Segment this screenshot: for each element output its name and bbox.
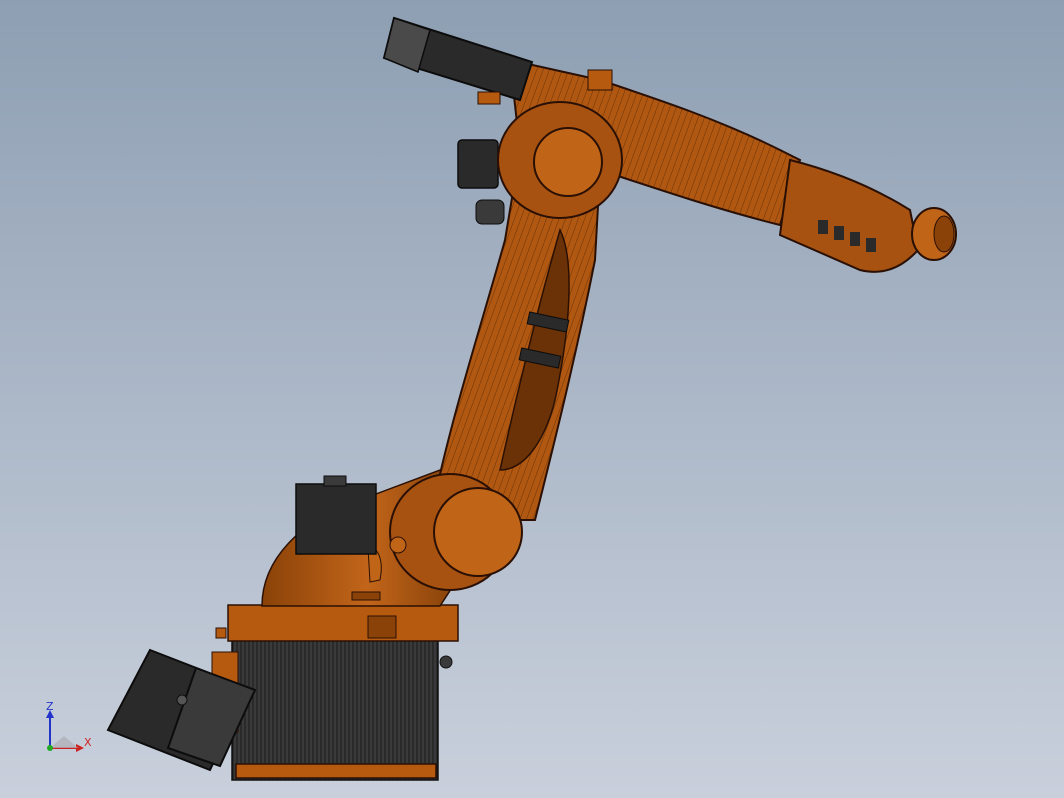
wrist-logo-mark-1	[818, 220, 828, 234]
robot-model-canvas[interactable]: Z X	[0, 0, 1064, 798]
axis3-motor-connector	[475, 199, 505, 225]
triad-origin	[47, 745, 53, 751]
wrist-logo-mark-4	[866, 238, 876, 252]
axis2-motor[interactable]	[295, 475, 377, 555]
base-screw	[439, 655, 453, 669]
axis2-motor-body	[295, 483, 377, 555]
wrist-motor-mount	[477, 91, 501, 105]
wrist-logo-mark-3	[850, 232, 860, 246]
axis2-grease-nipple	[389, 536, 407, 554]
base-connector-plate	[367, 615, 397, 639]
axis3-joint-cap	[533, 127, 603, 197]
wrist-logo-mark-2	[834, 226, 844, 240]
axis2-motor-connector	[323, 475, 347, 487]
base-bolt	[215, 627, 227, 639]
axis3-joint[interactable]	[497, 101, 623, 219]
triad-x-label: X	[84, 736, 92, 749]
axis3-motor-body	[457, 139, 499, 189]
forearm-lifting-eye	[587, 69, 613, 91]
column-handle	[351, 591, 381, 601]
tool-flange-face	[933, 215, 955, 253]
base-cooling-fins	[231, 639, 439, 781]
base-foot-plate	[235, 763, 437, 779]
cad-viewport[interactable]: Z X	[0, 0, 1064, 798]
connector-screw	[176, 694, 188, 706]
base-top-flange	[227, 604, 459, 642]
axis2-joint-cap	[433, 487, 523, 577]
triad-z-label: Z	[46, 700, 54, 713]
